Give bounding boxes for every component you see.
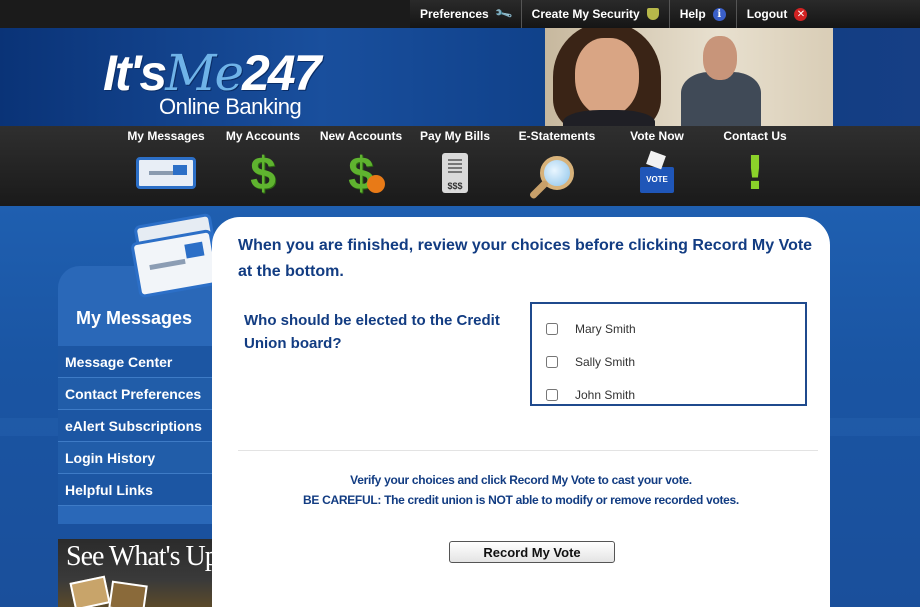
sidebar: My Messages Message Center Contact Prefe… xyxy=(58,266,226,524)
help-label: Help xyxy=(679,7,706,21)
bill-icon: $$$ xyxy=(425,151,485,195)
nav-label: E-Statements xyxy=(518,129,596,143)
info-icon: i xyxy=(712,7,726,21)
preferences-label: Preferences xyxy=(420,7,489,21)
candidate-checkbox[interactable] xyxy=(546,322,558,335)
candidate-option: Mary Smith xyxy=(532,312,805,345)
magnifier-icon xyxy=(527,151,587,195)
logout-link[interactable]: Logout ✕ xyxy=(737,0,818,28)
candidate-label[interactable]: John Smith xyxy=(575,388,635,402)
logo-part-247: 247 xyxy=(242,45,321,101)
sidebar-item-contact-preferences[interactable]: Contact Preferences xyxy=(58,378,226,410)
logo-subtitle: Online Banking xyxy=(159,94,302,119)
main-nav: My Messages My Accounts $ New Accounts $… xyxy=(0,126,920,206)
logo-part-its: It's xyxy=(103,45,167,101)
candidate-checkbox[interactable] xyxy=(546,355,558,368)
promo-banner[interactable]: See What's Up xyxy=(58,539,226,607)
nav-contact-us[interactable]: Contact Us ! xyxy=(708,126,802,206)
ballot-box-text: VOTE xyxy=(646,175,668,184)
record-vote-button[interactable]: Record My Vote xyxy=(449,541,615,563)
close-icon: ✕ xyxy=(794,7,808,21)
nav-label: Pay My Bills xyxy=(419,129,491,143)
preferences-link[interactable]: Preferences 🔧 xyxy=(410,0,522,28)
create-security-label: Create My Security xyxy=(531,7,640,21)
logout-label: Logout xyxy=(746,7,788,21)
sidebar-menu: Message Center Contact Preferences eAler… xyxy=(58,346,226,506)
verify-notice: Verify your choices and click Record My … xyxy=(212,470,830,510)
candidate-option: Sally Smith xyxy=(532,345,805,378)
exclamation-icon: ! xyxy=(744,146,766,200)
photo-man-face xyxy=(703,36,737,80)
header-photo xyxy=(545,28,833,126)
section-divider xyxy=(238,450,818,451)
vote-panel: When you are finished, review your choic… xyxy=(212,217,830,607)
candidate-choices: Mary Smith Sally Smith John Smith xyxy=(530,302,807,406)
nav-pay-my-bills[interactable]: Pay My Bills $$$ xyxy=(408,126,502,206)
shield-icon xyxy=(646,8,659,20)
nav-new-accounts[interactable]: New Accounts $ xyxy=(314,126,408,206)
ballot-box-icon: VOTE xyxy=(627,151,687,195)
photo-man-body xyxy=(681,72,761,126)
logo-wordmark: It'sMe247 xyxy=(103,45,321,101)
nav-label: New Accounts xyxy=(319,129,403,143)
page-body: My Messages Message Center Contact Prefe… xyxy=(0,206,920,607)
sidebar-item-helpful-links[interactable]: Helpful Links xyxy=(58,474,226,506)
envelope-icon xyxy=(136,151,196,195)
verify-line: Verify your choices and click Record My … xyxy=(350,473,692,487)
wrench-icon: 🔧 xyxy=(493,4,514,24)
nav-label: My Accounts xyxy=(225,129,301,143)
photo-woman-body xyxy=(563,110,655,126)
utility-bar: Preferences 🔧 Create My Security Help i … xyxy=(0,0,920,28)
nav-my-messages[interactable]: My Messages xyxy=(119,126,213,206)
promo-photo xyxy=(108,580,148,607)
brand-logo[interactable]: It'sMe247 Online Banking xyxy=(103,48,343,128)
nav-label: Vote Now xyxy=(630,129,684,143)
sidebar-item-login-history[interactable]: Login History xyxy=(58,442,226,474)
vote-instructions: When you are finished, review your choic… xyxy=(238,237,813,280)
promo-text: See What's Up xyxy=(66,541,219,572)
promo-photo xyxy=(69,575,111,607)
sidebar-title: My Messages xyxy=(76,308,193,328)
nav-label: My Messages xyxy=(127,129,205,143)
candidate-option: John Smith xyxy=(532,378,805,411)
new-dollar-icon: $ xyxy=(331,150,391,196)
candidate-label[interactable]: Sally Smith xyxy=(575,355,635,369)
nav-label: Contact Us xyxy=(723,129,787,143)
bill-icon-text: $$$ xyxy=(447,181,463,191)
dollar-icon: $ xyxy=(250,147,276,199)
candidate-label[interactable]: Mary Smith xyxy=(575,322,636,336)
nav-e-statements[interactable]: E-Statements xyxy=(510,126,604,206)
photo-woman-face xyxy=(575,38,639,116)
nav-my-accounts[interactable]: My Accounts $ xyxy=(216,126,310,206)
sidebar-item-message-center[interactable]: Message Center xyxy=(58,346,226,378)
help-link[interactable]: Help i xyxy=(670,0,737,28)
create-security-link[interactable]: Create My Security xyxy=(522,0,670,28)
ballot-question: Who should be elected to the Credit Unio… xyxy=(244,312,500,352)
header-banner: It'sMe247 Online Banking xyxy=(0,28,920,126)
sidebar-item-ealert-subscriptions[interactable]: eAlert Subscriptions xyxy=(58,410,226,442)
nav-vote-now[interactable]: Vote Now VOTE xyxy=(610,126,704,206)
warning-line: BE CAREFUL: The credit union is NOT able… xyxy=(303,493,739,507)
utility-nav: Preferences 🔧 Create My Security Help i … xyxy=(410,0,920,28)
candidate-checkbox[interactable] xyxy=(546,388,558,401)
